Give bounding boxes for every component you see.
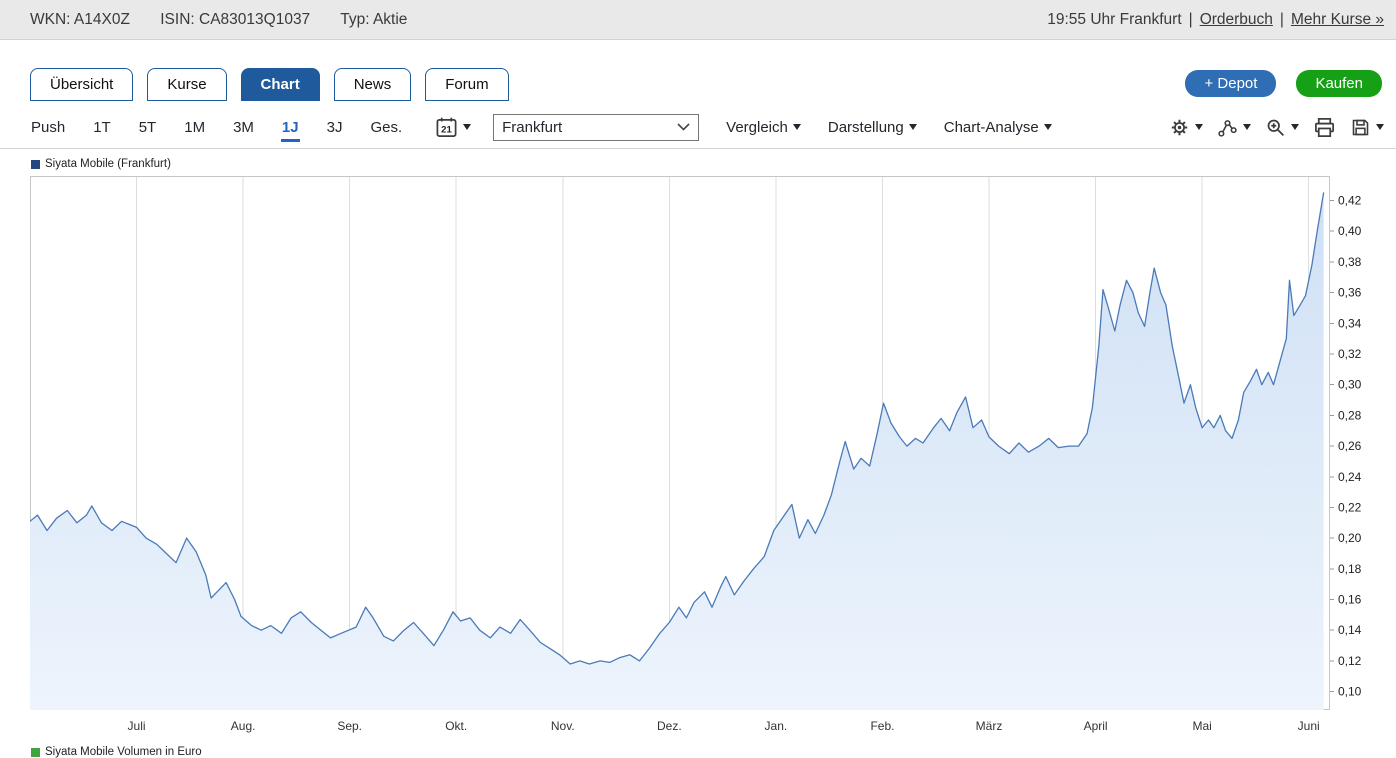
- volume-legend-label: Siyata Mobile Volumen in Euro: [45, 746, 202, 758]
- menu-label: Vergleich: [726, 119, 788, 136]
- svg-text:0,36: 0,36: [1338, 286, 1362, 300]
- zoom-button[interactable]: [1263, 115, 1301, 140]
- price-legend-label: Siyata Mobile (Frankfurt): [45, 158, 171, 170]
- price-chart-svg[interactable]: Juli Aug. Sep. Okt. Nov. Dez. Jan. Feb. März Apri…: [30, 176, 1370, 746]
- kaufen-button[interactable]: Kaufen: [1296, 70, 1382, 97]
- svg-text:Okt.: Okt.: [445, 719, 467, 733]
- chevron-down-icon: [793, 124, 801, 130]
- range-ges[interactable]: Ges.: [369, 113, 403, 142]
- tab-chart[interactable]: Chart: [241, 68, 320, 101]
- svg-text:0,14: 0,14: [1338, 623, 1362, 637]
- svg-text:0,22: 0,22: [1338, 500, 1362, 514]
- svg-text:Nov.: Nov.: [551, 719, 575, 733]
- isin-label: ISIN: CA83013Q1037: [160, 11, 310, 28]
- range-1t[interactable]: 1T: [92, 113, 112, 142]
- instrument-ids: WKN: A14X0Z ISIN: CA83013Q1037 Typ: Akti…: [30, 11, 433, 29]
- menu-label: Darstellung: [828, 119, 904, 136]
- menu-chart-analyse[interactable]: Chart-Analyse: [944, 119, 1052, 136]
- range-push[interactable]: Push: [30, 113, 66, 142]
- chevron-down-icon: [1291, 124, 1299, 130]
- calendar-icon: 21: [435, 116, 458, 139]
- chevron-down-icon: [1376, 124, 1384, 130]
- svg-text:Sep.: Sep.: [337, 719, 362, 733]
- volume-series-legend: Siyata Mobile Volumen in Euro: [31, 746, 202, 758]
- exchange-select[interactable]: Frankfurt: [493, 114, 699, 141]
- chevron-down-icon: [1243, 124, 1251, 130]
- printer-icon: [1313, 116, 1336, 139]
- svg-text:0,40: 0,40: [1338, 224, 1362, 238]
- menu-label: Chart-Analyse: [944, 119, 1039, 136]
- svg-text:Juli: Juli: [128, 719, 146, 733]
- chevron-down-icon: [1044, 124, 1052, 130]
- depot-button[interactable]: + Depot: [1185, 70, 1276, 97]
- svg-text:0,24: 0,24: [1338, 470, 1362, 484]
- svg-text:0,16: 0,16: [1338, 593, 1362, 607]
- chevron-down-icon: [677, 123, 690, 131]
- typ-label: Typ: Aktie: [340, 11, 407, 28]
- svg-text:Jan.: Jan.: [765, 719, 788, 733]
- exchange-select-value: Frankfurt: [502, 119, 562, 136]
- tab-forum[interactable]: Forum: [425, 68, 508, 101]
- orderbuch-link[interactable]: Orderbuch: [1200, 11, 1273, 29]
- svg-text:April: April: [1084, 719, 1108, 733]
- svg-text:0,28: 0,28: [1338, 408, 1362, 422]
- top-info-bar: WKN: A14X0Z ISIN: CA83013Q1037 Typ: Akti…: [0, 0, 1396, 40]
- tab-news[interactable]: News: [334, 68, 412, 101]
- range-1m[interactable]: 1M: [183, 113, 206, 142]
- save-button[interactable]: [1348, 115, 1386, 140]
- print-button[interactable]: [1311, 114, 1338, 141]
- range-3j[interactable]: 3J: [326, 113, 344, 142]
- action-buttons: + Depot Kaufen: [1185, 70, 1382, 97]
- chevron-down-icon: [909, 124, 917, 130]
- range-3m[interactable]: 3M: [232, 113, 255, 142]
- svg-text:Juni: Juni: [1298, 719, 1320, 733]
- mehr-kurse-link[interactable]: Mehr Kurse »: [1291, 11, 1384, 29]
- range-1j[interactable]: 1J: [281, 113, 300, 142]
- range-5t[interactable]: 5T: [138, 113, 158, 142]
- quote-time: 19:55 Uhr Frankfurt: [1047, 11, 1181, 29]
- chart-toolbar: Push 1T 5T 1M 3M 1J 3J Ges. 21 Frankfurt…: [30, 108, 1386, 146]
- svg-text:0,34: 0,34: [1338, 316, 1362, 330]
- svg-text:Mai: Mai: [1192, 719, 1211, 733]
- main-tabs: Übersicht Kurse Chart News Forum: [30, 68, 523, 101]
- tab-uebersicht[interactable]: Übersicht: [30, 68, 133, 101]
- indicators-button[interactable]: [1215, 115, 1253, 140]
- chart-tool-icons: [1167, 114, 1386, 141]
- chevron-down-icon: [1195, 124, 1203, 130]
- toolbar-separator: [0, 148, 1396, 149]
- price-series-legend: Siyata Mobile (Frankfurt): [31, 158, 171, 170]
- svg-text:0,20: 0,20: [1338, 531, 1362, 545]
- tab-kurse[interactable]: Kurse: [147, 68, 226, 101]
- gear-icon: [1169, 117, 1190, 138]
- settings-button[interactable]: [1167, 115, 1205, 140]
- svg-text:0,26: 0,26: [1338, 439, 1362, 453]
- save-icon: [1350, 117, 1371, 138]
- svg-text:0,30: 0,30: [1338, 378, 1362, 392]
- svg-text:0,18: 0,18: [1338, 562, 1362, 576]
- price-chart[interactable]: Juli Aug. Sep. Okt. Nov. Dez. Jan. Feb. März Apri…: [30, 176, 1370, 746]
- divider: |: [1280, 11, 1284, 29]
- svg-text:Feb.: Feb.: [870, 719, 894, 733]
- calendar-day-label: 21: [441, 124, 452, 135]
- divider: |: [1189, 11, 1193, 29]
- indicators-icon: [1217, 117, 1238, 138]
- svg-text:0,38: 0,38: [1338, 255, 1362, 269]
- svg-text:0,32: 0,32: [1338, 347, 1362, 361]
- svg-text:0,42: 0,42: [1338, 194, 1362, 208]
- svg-text:Dez.: Dez.: [657, 719, 682, 733]
- chevron-down-icon: [463, 124, 471, 130]
- quote-links: 19:55 Uhr Frankfurt | Orderbuch | Mehr K…: [1047, 11, 1384, 29]
- svg-text:März: März: [976, 719, 1003, 733]
- svg-text:Aug.: Aug.: [231, 719, 256, 733]
- menu-vergleich[interactable]: Vergleich: [726, 119, 801, 136]
- zoom-in-icon: [1265, 117, 1286, 138]
- price-legend-swatch: [31, 160, 40, 169]
- volume-legend-swatch: [31, 748, 40, 757]
- wkn-label: WKN: A14X0Z: [30, 11, 130, 28]
- svg-text:0,10: 0,10: [1338, 685, 1362, 699]
- svg-text:0,12: 0,12: [1338, 654, 1362, 668]
- calendar-button[interactable]: 21: [435, 116, 471, 139]
- menu-darstellung[interactable]: Darstellung: [828, 119, 917, 136]
